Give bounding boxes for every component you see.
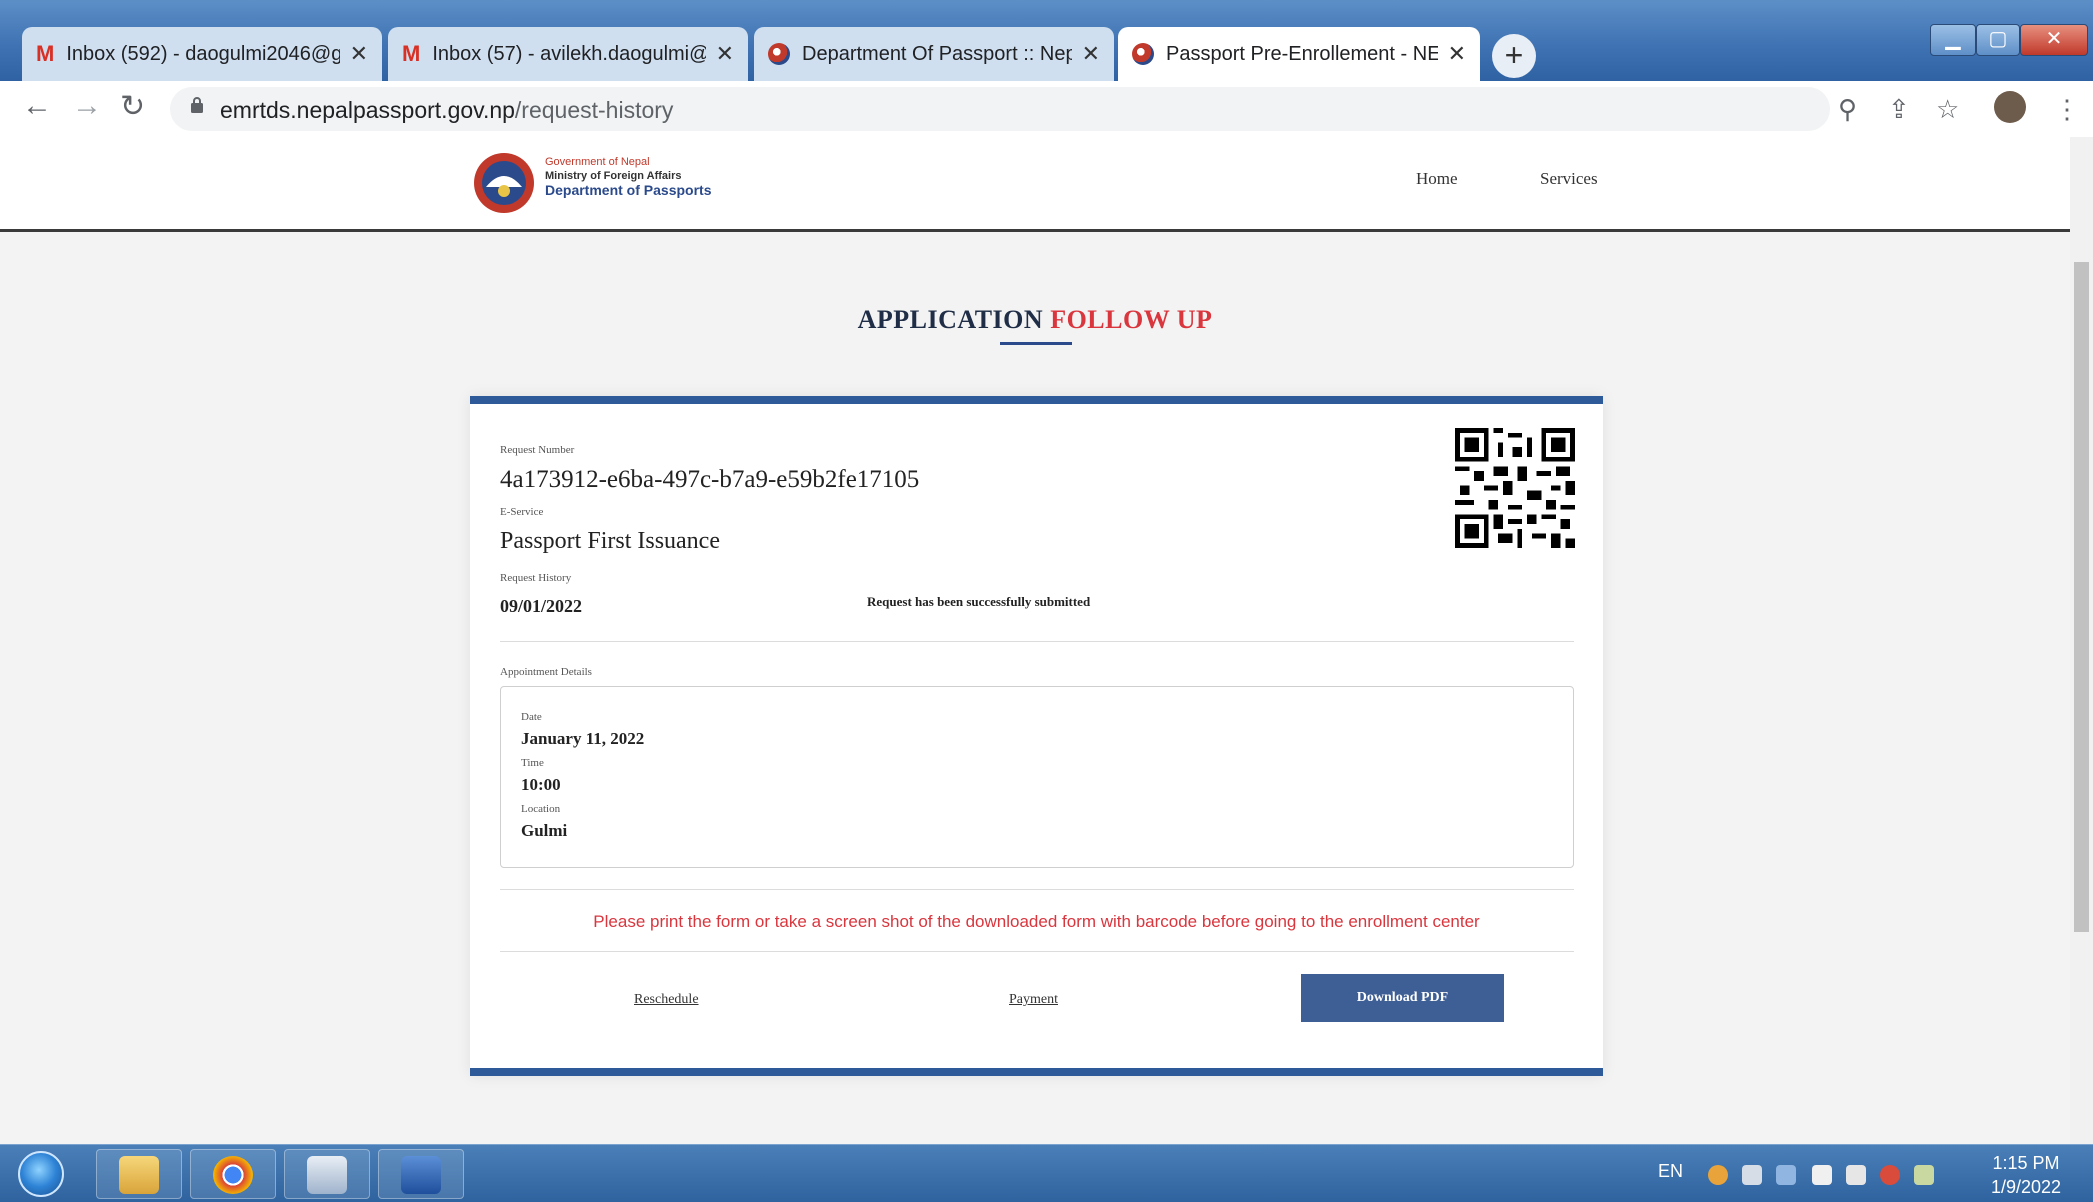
tray-app-icon[interactable]	[1776, 1165, 1796, 1185]
windows-taskbar: EN 1:15 PM 1/9/2022	[0, 1144, 2093, 1202]
appointment-details-label: Appointment Details	[500, 666, 592, 678]
tab-label: Inbox (592) - daogulmi2046@gm	[66, 42, 340, 65]
url-path: /request-history	[514, 97, 674, 123]
page-title: APPLICATION FOLLOW UP	[0, 305, 2070, 335]
appointment-location-label: Location	[521, 803, 561, 815]
tab-label: Department Of Passport :: Nepal	[802, 42, 1072, 65]
clock-time: 1:15 PM	[1992, 1153, 2060, 1173]
tab-label: Passport Pre-Enrollement - NEPA	[1166, 42, 1438, 65]
site-header: Government of Nepal Ministry of Foreign …	[0, 137, 2070, 232]
url-text: emrtds.nepalpassport.gov.np/request-hist…	[220, 97, 673, 124]
eservice-value: Passport First Issuance	[500, 528, 720, 554]
nav-home-link[interactable]: Home	[1416, 169, 1458, 189]
url-host: emrtds.nepalpassport.gov.np	[220, 97, 515, 123]
taskbar-file-explorer[interactable]	[96, 1149, 182, 1199]
new-tab-button[interactable]: +	[1492, 34, 1536, 78]
system-clock[interactable]: 1:15 PM 1/9/2022	[1976, 1151, 2076, 1199]
request-history-date: 09/01/2022	[500, 596, 583, 616]
divider	[500, 641, 1574, 642]
bookmark-star-icon[interactable]: ☆	[1936, 94, 1959, 125]
tray-app-icon[interactable]	[1708, 1165, 1728, 1185]
language-indicator[interactable]: EN	[1658, 1161, 1683, 1182]
tab-label: Inbox (57) - avilekh.daogulmi@g	[432, 42, 706, 65]
folder-icon	[119, 1156, 159, 1194]
minimize-window-button[interactable]: ▁	[1930, 24, 1976, 56]
back-arrow-icon[interactable]: ←	[22, 89, 52, 123]
address-bar[interactable]: emrtds.nepalpassport.gov.np/request-hist…	[170, 87, 1830, 131]
organization-name: Government of Nepal Ministry of Foreign …	[545, 155, 711, 197]
download-pdf-button[interactable]: Download PDF	[1301, 974, 1504, 1022]
print-notice: Please print the form or take a screen s…	[593, 912, 1480, 931]
nepal-emblem-logo[interactable]	[472, 151, 536, 215]
windows-start-button[interactable]	[18, 1151, 64, 1197]
page-viewport: Government of Nepal Ministry of Foreign …	[0, 137, 2070, 1144]
tab-department-of-passport[interactable]: Department Of Passport :: Nepal ✕	[754, 27, 1114, 81]
org-line-department: Department of Passports	[545, 182, 712, 198]
passport-site-icon	[1132, 43, 1154, 65]
close-tab-icon[interactable]: ✕	[1082, 41, 1100, 67]
page-title-part1: APPLICATION	[857, 305, 1044, 334]
appointment-time-value: 10:00	[521, 775, 561, 794]
browser-titlebar: M Inbox (592) - daogulmi2046@gm ✕ M Inbo…	[0, 0, 2093, 81]
zoom-icon[interactable]: ⚲	[1838, 94, 1857, 125]
close-tab-icon[interactable]: ✕	[350, 41, 368, 67]
page-scrollbar[interactable]	[2070, 137, 2093, 1144]
close-window-button[interactable]: ✕	[2020, 24, 2088, 56]
request-history-label: Request History	[500, 572, 572, 584]
close-tab-icon[interactable]: ✕	[1448, 41, 1466, 67]
maximize-window-button[interactable]: ▢	[1976, 24, 2020, 56]
tab-inbox-592[interactable]: M Inbox (592) - daogulmi2046@gm ✕	[22, 27, 382, 81]
share-icon[interactable]: ⇪	[1888, 94, 1910, 125]
taskbar-word[interactable]	[378, 1149, 464, 1199]
tab-passport-pre-enrollment[interactable]: Passport Pre-Enrollement - NEPA ✕	[1118, 27, 1480, 81]
reload-icon[interactable]: ↻	[120, 89, 145, 124]
pointer-app-icon	[307, 1156, 347, 1194]
network-icon[interactable]	[1846, 1165, 1866, 1185]
request-history-status: Request has been successfully submitted	[867, 594, 1091, 609]
appointment-date-label: Date	[521, 711, 542, 723]
org-line-government: Government of Nepal	[545, 156, 650, 168]
tray-app-icon[interactable]	[1742, 1165, 1762, 1185]
org-line-ministry: Ministry of Foreign Affairs	[545, 170, 682, 182]
divider	[500, 951, 1574, 952]
application-card: Request Number 4a173912-e6ba-497c-b7a9-e…	[470, 396, 1603, 1076]
divider	[500, 889, 1574, 890]
eservice-label: E-Service	[500, 506, 544, 518]
profile-avatar[interactable]	[1994, 91, 2026, 123]
appointment-location-value: Gulmi	[521, 821, 568, 840]
payment-link[interactable]: Payment	[1009, 992, 1058, 1008]
taskbar-chrome[interactable]	[190, 1149, 276, 1199]
passport-site-icon	[768, 43, 790, 65]
word-icon	[401, 1156, 441, 1194]
tray-app-icon[interactable]	[1914, 1165, 1934, 1185]
request-number-value: 4a173912-e6ba-497c-b7a9-e59b2fe17105	[500, 466, 920, 493]
clock-date: 1/9/2022	[1990, 1177, 2062, 1197]
appointment-time-label: Time	[521, 757, 544, 769]
action-center-flag-icon[interactable]	[1812, 1165, 1832, 1185]
title-underline	[1000, 342, 1072, 345]
lock-icon	[191, 97, 203, 113]
volume-muted-icon[interactable]	[1880, 1165, 1900, 1185]
scrollbar-thumb[interactable]	[2074, 262, 2089, 932]
request-number-label: Request Number	[500, 444, 575, 456]
browser-toolbar: ← → ↻ emrtds.nepalpassport.gov.np/reques…	[0, 81, 2093, 138]
tab-inbox-57[interactable]: M Inbox (57) - avilekh.daogulmi@g ✕	[388, 27, 748, 81]
page-title-part2: FOLLOW UP	[1050, 305, 1213, 334]
appointment-date-value: January 11, 2022	[521, 729, 645, 748]
kebab-menu-icon[interactable]: ⋮	[2054, 94, 2080, 125]
gmail-icon: M	[402, 41, 421, 66]
appointment-details-box: Date January 11, 2022 Time 10:00 Locatio…	[500, 686, 1574, 868]
reschedule-link[interactable]: Reschedule	[634, 992, 699, 1008]
close-tab-icon[interactable]: ✕	[716, 41, 734, 67]
gmail-icon: M	[36, 41, 55, 66]
chrome-icon	[213, 1156, 253, 1194]
qr-code	[1455, 428, 1575, 548]
forward-arrow-icon[interactable]: →	[72, 89, 102, 123]
nav-services-link[interactable]: Services	[1540, 169, 1598, 189]
taskbar-app[interactable]	[284, 1149, 370, 1199]
